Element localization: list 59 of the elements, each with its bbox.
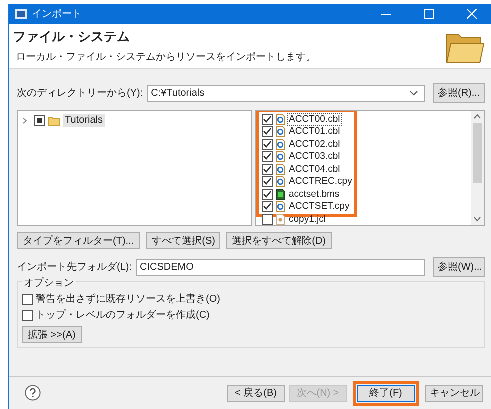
field-label: 次のディレクトリーから(Y): [17, 87, 144, 100]
browse-button[interactable]: 参照(R)... [433, 83, 485, 103]
checkbox[interactable] [262, 188, 273, 200]
file-item[interactable]: ACCT04.cbl [288, 164, 342, 175]
chevron-right-icon [22, 118, 28, 124]
scroll-down-icon [474, 217, 481, 222]
field-label: インポート先フォルダ(L): [17, 260, 132, 274]
help-icon [25, 385, 41, 401]
file-item[interactable]: ACCTREC.cpy [288, 176, 354, 188]
folder-icon [48, 116, 60, 126]
document-icon [276, 138, 285, 150]
checkbox[interactable] [262, 214, 273, 225]
file-item[interactable]: ACCT00.cbl [288, 114, 342, 125]
file-item[interactable]: copy1.jcl [288, 214, 327, 225]
selection-button[interactable]: すべて選択(S) [146, 232, 220, 249]
advanced-button[interactable]: 拡張 >>(A) [22, 326, 82, 343]
close-icon [467, 9, 477, 19]
file-item[interactable]: ACCT03.cbl [288, 151, 342, 162]
document-icon [276, 114, 285, 125]
scroll-thumb[interactable] [473, 123, 482, 183]
checkbox[interactable] [22, 310, 33, 320]
checkbox[interactable] [34, 115, 45, 126]
document-icon [276, 126, 285, 138]
checkbox-label: トップ・レベルのフォルダーを作成(C) [36, 308, 210, 322]
tree-item[interactable]: Tutorials [63, 114, 105, 127]
scroll-up-icon [474, 114, 481, 119]
document-icon [276, 188, 285, 200]
checkbox[interactable] [262, 176, 273, 188]
document-icon [276, 201, 285, 212]
file-item[interactable]: ACCT02.cbl [288, 138, 342, 150]
path-field[interactable]: C:¥Tutorials [147, 84, 425, 102]
document-icon [276, 151, 285, 162]
dialog-button[interactable]: < 戻る(B) [227, 384, 285, 402]
page-description: ローカル・ファイル・システムからリソースをインポートします。 [15, 51, 317, 64]
app-icon [15, 9, 27, 19]
dialog-button[interactable]: キャンセル [425, 384, 483, 402]
document-icon [276, 176, 285, 188]
checkbox-label: 警告を出さずに既存リソースを上書き(O) [36, 292, 220, 306]
checkbox[interactable] [262, 151, 273, 162]
checkbox[interactable] [262, 201, 273, 212]
selection-button[interactable]: 選択をすべて解除(D) [226, 232, 332, 249]
file-item[interactable]: ACCT01.cbl [288, 126, 342, 138]
scrollbar[interactable] [471, 111, 484, 225]
file-item[interactable]: ACCTSET.cpy [288, 201, 351, 212]
path-field[interactable]: CICSDEMO [136, 258, 425, 276]
checkbox[interactable] [262, 138, 273, 150]
page-title: ファイル・システム [13, 28, 131, 46]
checkbox[interactable] [262, 126, 273, 138]
document-icon [276, 164, 285, 175]
dropdown-icon [410, 90, 418, 96]
group-title: オプション [22, 276, 76, 290]
checkbox[interactable] [262, 114, 273, 125]
window-title: インポート [32, 8, 82, 21]
file-item[interactable]: acctset.bms [288, 188, 341, 200]
maximize-icon [424, 9, 434, 19]
browse-button[interactable]: 参照(W)... [433, 257, 485, 277]
selection-button[interactable]: タイプをフィルター(T)... [17, 232, 140, 249]
checkbox[interactable] [262, 164, 273, 175]
checkbox[interactable] [22, 294, 33, 304]
